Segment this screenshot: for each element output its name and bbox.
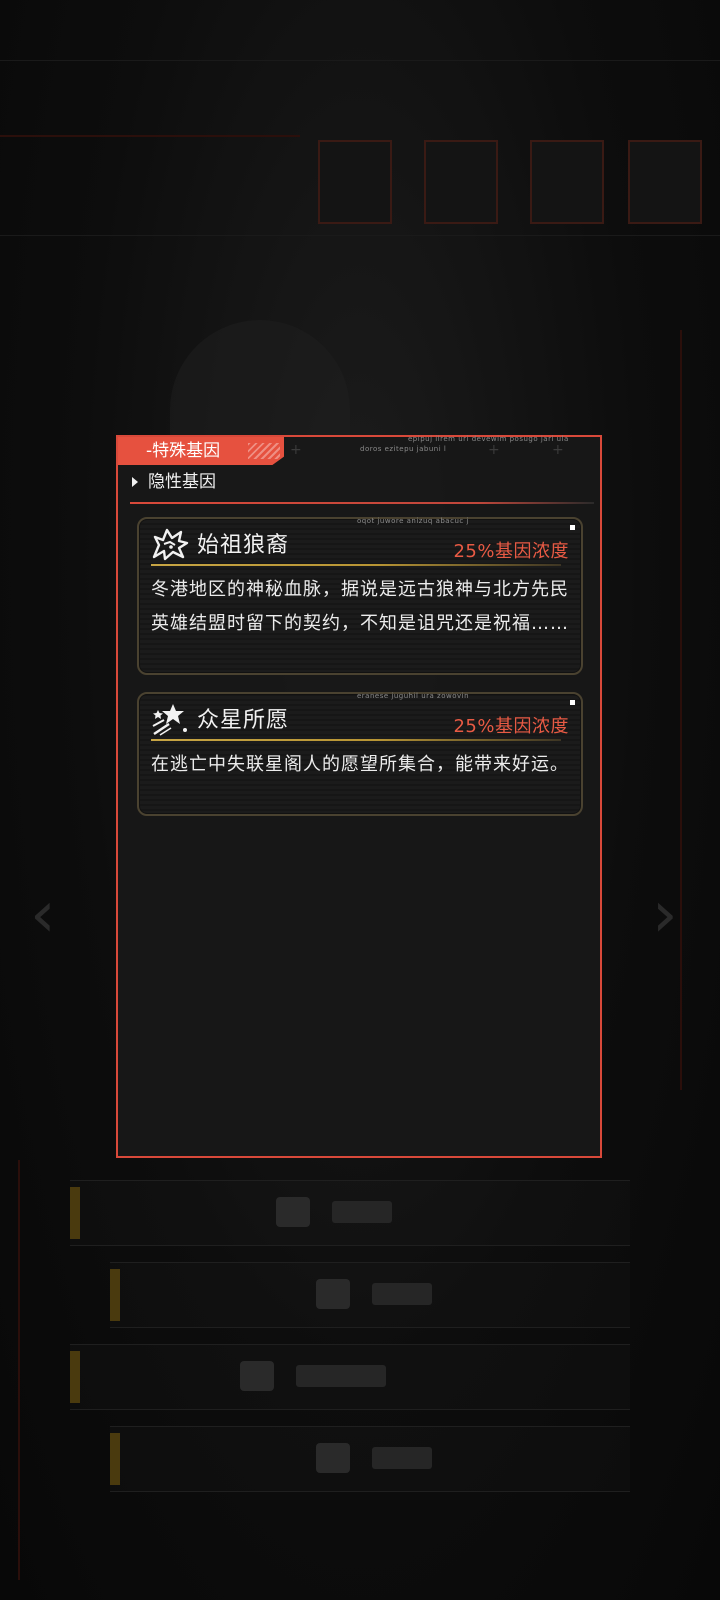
gene-name: 众星所愿 — [197, 708, 290, 733]
gene-description: 冬港地区的神秘血脉，据说是远古狼神与北方先民英雄结盟时留下的契约，不知是诅咒还是… — [151, 579, 569, 634]
bg-divider — [0, 235, 720, 236]
bg-right-arrow-icon: › — [652, 878, 678, 952]
gold-divider — [151, 564, 561, 566]
gene-name: 始祖狼裔 — [197, 533, 290, 558]
expand-triangle-icon — [132, 477, 138, 487]
bg-menu-tab — [70, 1180, 630, 1246]
stars-icon — [152, 704, 187, 736]
wolf-icon — [152, 528, 189, 561]
panel-tab-label: -特殊基因 — [146, 441, 221, 461]
bg-equip-slot — [424, 140, 498, 224]
panel-tab-special-gene[interactable]: -特殊基因 — [118, 437, 284, 465]
bg-accent-line — [18, 1160, 20, 1580]
bg-menu-tab — [110, 1262, 630, 1328]
hatch-decoration — [248, 443, 280, 459]
bg-divider — [0, 60, 720, 61]
plus-decoration-icon: + — [552, 442, 564, 458]
bg-equip-slot — [628, 140, 702, 224]
deco-text: doros ezitepu jabuni l — [360, 445, 447, 453]
bg-accent-line — [680, 330, 682, 1090]
special-gene-panel: -特殊基因 epipuj ilrem uri devewim posugo ja… — [116, 435, 602, 1158]
bg-accent-line — [0, 135, 300, 137]
plus-decoration-icon: + — [488, 442, 500, 458]
bg-menu-tab — [70, 1344, 630, 1410]
plus-decoration-icon: + — [290, 442, 302, 458]
section-divider — [130, 502, 594, 504]
bg-equip-slot — [530, 140, 604, 224]
bg-menu-tab — [110, 1426, 630, 1492]
gene-card[interactable]: oqot juwore anizuq abacuc j 始祖狼裔 25%基因浓度… — [137, 517, 583, 675]
section-label: 隐性基因 — [148, 472, 216, 492]
gene-concentration: 25%基因浓度 — [453, 716, 569, 737]
recessive-gene-header[interactable]: 隐性基因 — [132, 468, 518, 496]
bg-equip-slot — [318, 140, 392, 224]
gene-concentration: 25%基因浓度 — [453, 541, 569, 562]
gold-divider — [151, 739, 561, 741]
gene-description: 在逃亡中失联星阁人的愿望所集合，能带来好运。 — [151, 754, 569, 775]
bg-left-arrow-icon: ‹ — [30, 878, 56, 952]
gene-card[interactable]: eranese juguhil ura zowovin 众星所愿 25%基因浓度… — [137, 692, 583, 816]
